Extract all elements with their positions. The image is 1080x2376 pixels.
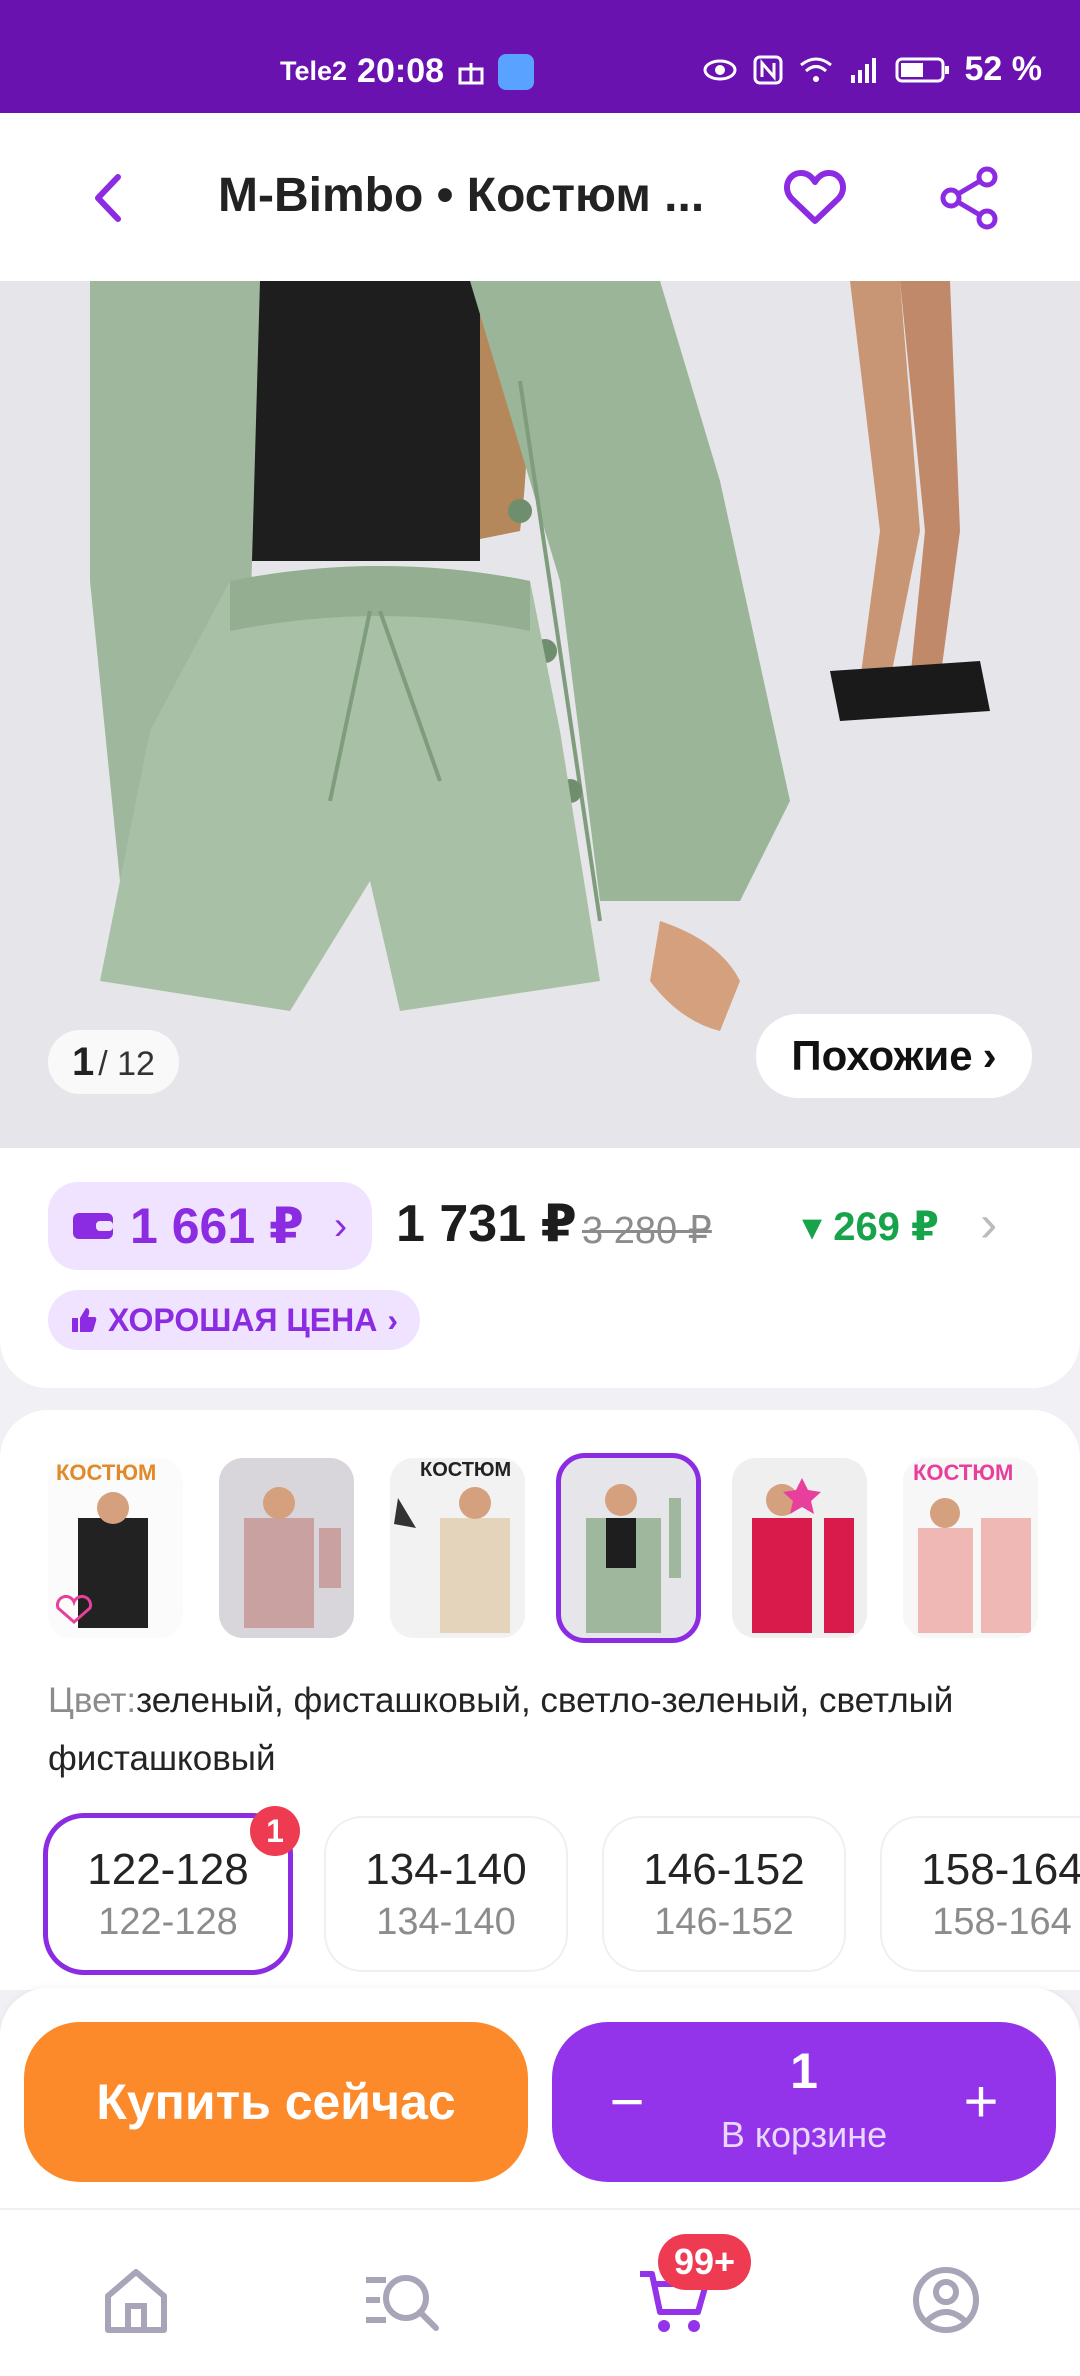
purchase-bar: Купить сейчас − 1 В корзине + (0, 1988, 1080, 2208)
home-icon[interactable] (96, 2260, 176, 2340)
thumbnail-text: КОСТЮМ (56, 1460, 156, 1485)
chevron-right-icon: › (333, 1203, 348, 1248)
size-secondary: 146-152 (654, 1900, 794, 1943)
size-primary: 134-140 (365, 1844, 527, 1894)
wallet-icon (73, 1213, 113, 1239)
thumbs-up-icon (72, 1308, 97, 1332)
clock: 20:08 (357, 52, 445, 90)
thumbnail-text: КОСТЮМ (913, 1460, 1013, 1485)
variants-section: КОСТЮМ КОСТЮМ КОСТЮМ Цвет:зеленый, фиста… (0, 1410, 1080, 1990)
gift-icon (458, 62, 484, 84)
size-secondary: 134-140 (376, 1900, 516, 1943)
size-count-badge: 1 (250, 1806, 300, 1856)
heart-icon[interactable] (780, 163, 850, 233)
chevron-right-icon: › (982, 1032, 997, 1079)
wallet-price: 1 661 ₽ (130, 1198, 304, 1254)
wifi-icon (799, 57, 832, 82)
increase-quantity-button[interactable]: + (948, 2068, 1014, 2135)
color-thumbnail[interactable] (732, 1458, 867, 1638)
chevron-right-icon: › (387, 1301, 398, 1338)
profile-icon[interactable] (906, 2260, 986, 2340)
price-section: 1 661 ₽ › 1 731 ₽ 3 280 ₽ ▾ 269 ₽ › ХОРО… (0, 1148, 1080, 1388)
chevron-left-icon[interactable] (80, 163, 140, 233)
status-bar: Tele2 20:08 52 % (0, 0, 1080, 113)
color-value: зеленый, фисташковый, светло-зеленый, св… (48, 1681, 954, 1778)
size-primary: 122-128 (87, 1844, 249, 1894)
bottom-navigation: 99+ (0, 2208, 1080, 2376)
page-title: M-Bimbo • Костюм ... (218, 169, 705, 222)
share-icon[interactable] (935, 163, 1005, 233)
signal-icon (850, 57, 876, 83)
size-option[interactable]: 146-152 146-152 (604, 1818, 844, 1970)
image-counter: 1 / 12 (48, 1030, 179, 1094)
nfc-icon (753, 55, 782, 84)
size-secondary: 158-164 (932, 1900, 1072, 1943)
color-thumbnail[interactable]: КОСТЮМ (48, 1458, 183, 1638)
size-primary: 158-164 (921, 1844, 1080, 1894)
size-selector: 122-128 122-128 1 134-140 134-140 146-15… (48, 1806, 1080, 1970)
app-notification-icon (498, 53, 535, 90)
thumbnail-text: КОСТЮМ (420, 1459, 511, 1481)
size-option[interactable]: 158-164 158-164 (882, 1818, 1080, 1970)
price-details-chevron-icon[interactable]: › (980, 1194, 997, 1254)
color-thumbnails: КОСТЮМ КОСТЮМ КОСТЮМ (48, 1453, 1038, 1643)
color-thumbnail[interactable]: КОСТЮМ (903, 1458, 1038, 1638)
carrier-name: Tele2 (280, 56, 348, 86)
cart-quantity-control: − 1 В корзине + (552, 2022, 1056, 2182)
similar-products-label: Похожие (791, 1032, 973, 1079)
battery-percent: 52 % (964, 50, 1043, 88)
buy-now-button[interactable]: Купить сейчас (24, 2022, 528, 2182)
image-counter-total: / 12 (98, 1045, 155, 1083)
wallet-price-button[interactable]: 1 661 ₽ › (48, 1182, 372, 1270)
size-primary: 146-152 (643, 1844, 805, 1894)
good-price-label: ХОРОШАЯ ЦЕНА (108, 1301, 378, 1338)
old-price: 3 280 ₽ (582, 1210, 712, 1252)
catalog-search-icon[interactable] (362, 2260, 442, 2340)
color-description: Цвет:зеленый, фисташковый, светло-зелены… (48, 1672, 1048, 1788)
cart-count-badge: 99+ (658, 2234, 752, 2290)
product-image-gallery[interactable]: 1 / 12 Похожие › (0, 281, 1080, 1148)
eye-icon (703, 59, 736, 80)
top-app-bar: M-Bimbo • Костюм ... (0, 113, 1080, 281)
similar-products-button[interactable]: Похожие › (756, 1014, 1032, 1098)
size-option-selected[interactable]: 122-128 122-128 1 (48, 1806, 300, 1970)
good-price-badge[interactable]: ХОРОШАЯ ЦЕНА › (48, 1290, 420, 1350)
size-option[interactable]: 134-140 134-140 (326, 1818, 566, 1970)
color-thumbnail-selected[interactable] (556, 1453, 701, 1643)
size-secondary: 122-128 (98, 1900, 238, 1943)
image-counter-current: 1 (72, 1040, 95, 1084)
color-thumbnail[interactable]: КОСТЮМ (390, 1458, 525, 1638)
current-price: 1 731 ₽ (396, 1195, 577, 1253)
discount-amount: ▾ 269 ₽ (802, 1205, 939, 1249)
color-label: Цвет: (48, 1681, 137, 1720)
color-thumbnail[interactable] (219, 1458, 354, 1638)
battery-icon (895, 57, 949, 82)
